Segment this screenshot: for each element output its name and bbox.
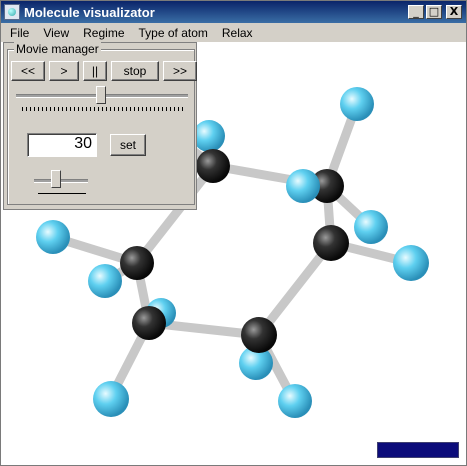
hydrogen-atom[interactable] — [93, 381, 129, 417]
carbon-atom[interactable] — [313, 225, 349, 261]
hydrogen-atom[interactable] — [286, 169, 320, 203]
hydrogen-atom[interactable] — [36, 220, 70, 254]
molecule-app-icon[interactable] — [4, 4, 20, 20]
movie-manager-title: Movie manager — [14, 42, 101, 56]
minimize-icon[interactable]: _ — [408, 5, 424, 19]
close-icon[interactable]: X — [446, 5, 462, 19]
menu-relax[interactable]: Relax — [215, 26, 260, 40]
carbon-atom[interactable] — [196, 149, 230, 183]
window-title: Molecule visualizator — [24, 4, 155, 20]
menu-type-of-atom[interactable]: Type of atom — [132, 26, 215, 40]
maximize-icon[interactable]: □ — [426, 5, 442, 19]
pause-button[interactable]: || — [83, 61, 107, 81]
app-window: Molecule visualizator _ □ X File View Re… — [0, 0, 467, 466]
movie-manager-group: Movie manager << > || stop >> 30 set — [7, 42, 197, 205]
hydrogen-atom[interactable] — [278, 384, 312, 418]
stop-button[interactable]: stop — [111, 61, 159, 81]
movie-slider-thumb[interactable] — [96, 86, 106, 104]
progress-indicator — [377, 442, 459, 458]
carbon-atom[interactable] — [120, 246, 154, 280]
speed-slider-track[interactable] — [34, 179, 88, 183]
set-button[interactable]: set — [110, 134, 146, 156]
frame-input[interactable]: 30 — [27, 133, 97, 157]
menu-view[interactable]: View — [36, 26, 76, 40]
menu-bar: File View Regime Type of atom Relax — [1, 23, 466, 42]
hydrogen-atom[interactable] — [340, 87, 374, 121]
hydrogen-atom[interactable] — [354, 210, 388, 244]
hydrogen-atom[interactable] — [88, 264, 122, 298]
front-hydrogen-atoms — [286, 169, 320, 203]
movie-manager-panel: Movie manager << > || stop >> 30 set — [3, 42, 197, 210]
carbon-atom[interactable] — [241, 317, 277, 353]
menu-file[interactable]: File — [1, 26, 36, 40]
play-button[interactable]: > — [49, 61, 79, 81]
hydrogen-atom[interactable] — [393, 245, 429, 281]
rewind-button[interactable]: << — [11, 61, 45, 81]
speed-slider-thumb[interactable] — [51, 170, 61, 188]
menu-regime[interactable]: Regime — [76, 26, 131, 40]
carbon-atom[interactable] — [132, 306, 166, 340]
speed-slider-baseline — [38, 193, 86, 194]
fast-forward-button[interactable]: >> — [163, 61, 197, 81]
hydrogen-atom[interactable] — [193, 120, 225, 152]
title-bar[interactable]: Molecule visualizator _ □ X — [1, 1, 466, 23]
movie-slider-ticks — [22, 107, 186, 111]
